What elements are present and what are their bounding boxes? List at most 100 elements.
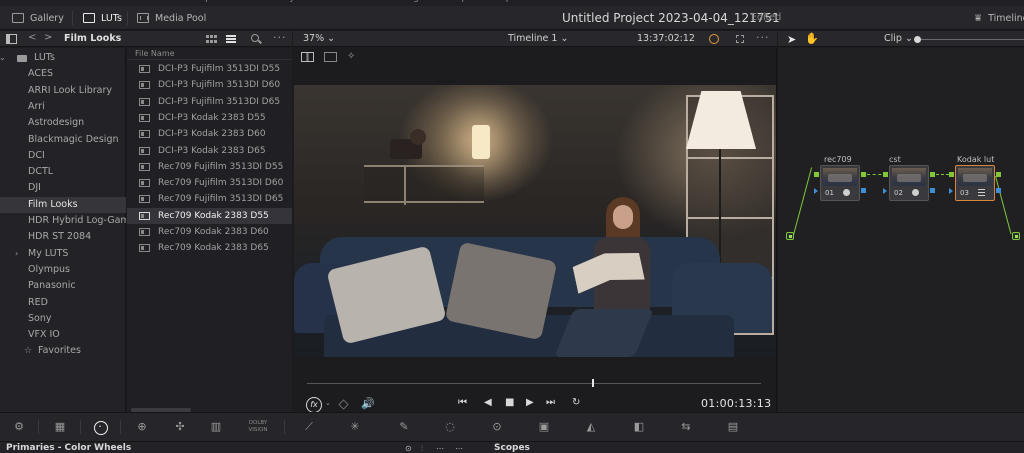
zoom-dropdown[interactable]: 37% ⌄ — [303, 33, 335, 44]
lut-folder-item[interactable]: HDR ST 2084 — [0, 229, 126, 245]
lut-folder-item[interactable]: HDR Hybrid Log-Gamma — [0, 213, 126, 229]
chevron-down-icon[interactable]: ⌄ — [0, 50, 6, 66]
gallery-button[interactable]: Gallery — [12, 6, 64, 30]
menu-item[interactable]: Timeline — [148, 0, 186, 3]
lut-folder-item[interactable]: Sony — [0, 311, 126, 327]
speaker-icon[interactable]: 🔊 — [361, 397, 375, 410]
lut-file-row[interactable]: DCI-P3 Kodak 2383 D60 — [127, 126, 292, 142]
rgb-mixer-icon[interactable]: ✣ — [171, 419, 189, 435]
node-key-input-port[interactable] — [949, 188, 953, 194]
sync-icon[interactable] — [709, 34, 719, 44]
node-output-port[interactable] — [861, 172, 866, 177]
file-name-column-header[interactable]: File Name — [127, 48, 292, 60]
node-input-port[interactable] — [949, 172, 954, 177]
node-kodak-lut[interactable]: 03 — [955, 165, 995, 201]
playhead[interactable] — [592, 379, 595, 387]
options-icon[interactable]: ⋯ — [436, 444, 444, 453]
node-key-input-port[interactable] — [883, 188, 887, 194]
lut-folder-item[interactable]: DJI — [0, 180, 126, 196]
back-button[interactable]: < — [28, 32, 36, 43]
lut-folder-item[interactable]: ARRI Look Library — [0, 83, 126, 99]
lut-folder-item[interactable]: Astrodesign — [0, 115, 126, 131]
window-icon[interactable]: ◌ — [441, 419, 459, 435]
menu-item[interactable]: Edit — [98, 0, 115, 3]
node-key-input-port[interactable] — [814, 188, 818, 194]
media-pool-button[interactable]: Media Pool — [137, 6, 206, 30]
menu-item[interactable]: Fairlight — [392, 0, 428, 3]
node-zoom-slider-handle[interactable] — [914, 36, 921, 43]
lut-file-row[interactable]: DCI-P3 Fujifilm 3513DI D60 — [127, 77, 292, 93]
camera-raw-icon[interactable]: ⚙ — [10, 419, 28, 435]
more-options-icon[interactable]: ··· — [273, 31, 287, 44]
viewer-more-icon[interactable]: ··· — [756, 31, 770, 44]
menu-item[interactable]: View — [248, 0, 269, 3]
output-node[interactable] — [1012, 232, 1020, 240]
menu-item[interactable]: File — [76, 0, 91, 3]
chevron-right-icon[interactable]: › — [15, 246, 18, 262]
timeline-button[interactable]: ⩸ Timeline — [975, 6, 1024, 30]
color-wheels-icon[interactable]: · — [91, 419, 109, 435]
sizing-icon[interactable]: ⇆ — [677, 419, 695, 435]
3d-icon[interactable]: ▤ — [724, 419, 742, 435]
menu-item[interactable]: Fusion — [322, 0, 351, 3]
lut-folder-item[interactable]: Arri — [0, 99, 126, 115]
lut-file-row[interactable]: DCI-P3 Kodak 2383 D55 — [127, 110, 292, 126]
color-warper-icon[interactable]: ✳ — [346, 419, 364, 435]
lut-folder-item[interactable]: DCI — [0, 148, 126, 164]
node-rec709[interactable]: 01 — [820, 165, 860, 201]
scrubber-bar[interactable] — [307, 383, 761, 384]
menu-item[interactable]: Help — [491, 0, 512, 3]
node-cst[interactable]: 02 — [889, 165, 929, 201]
magic-wand-icon[interactable]: ✧ — [347, 52, 355, 64]
node-key-output-port[interactable] — [930, 188, 935, 193]
lut-file-row[interactable]: DCI-P3 Fujifilm 3513DI D55 — [127, 61, 292, 77]
node-zoom-slider[interactable] — [918, 39, 1024, 40]
panel-toggle-icon[interactable] — [6, 34, 17, 44]
lut-file-row[interactable]: DCI-P3 Fujifilm 3513DI D65 — [127, 94, 292, 110]
node-output-port[interactable] — [996, 172, 1001, 177]
lut-file-row[interactable]: Rec709 Kodak 2383 D55 — [127, 207, 292, 224]
timeline-dropdown[interactable]: Timeline 1 ⌄ — [508, 33, 568, 44]
menu-item[interactable]: DaVinci Resolve — [4, 0, 76, 3]
motion-effects-icon[interactable]: ▥ — [207, 419, 225, 435]
list-view-icon[interactable] — [226, 35, 236, 43]
go-to-last-frame-button[interactable]: ⏭ — [546, 397, 555, 408]
reset-icon[interactable]: ⊙ — [405, 444, 412, 453]
node-output-port[interactable] — [930, 172, 935, 177]
lut-folder-item[interactable]: Film Looks — [0, 196, 126, 213]
lut-file-row[interactable]: Rec709 Kodak 2383 D60 — [127, 224, 292, 240]
more-icon[interactable]: ⋯ — [455, 444, 463, 453]
lut-file-row[interactable]: Rec709 Fujifilm 3513DI D65 — [127, 191, 292, 207]
node-key-output-port[interactable] — [996, 188, 1001, 193]
node-key-output-port[interactable] — [861, 188, 866, 193]
go-to-first-frame-button[interactable]: ⏮ — [458, 397, 467, 408]
lut-folder-item[interactable]: ☆ Favorites — [0, 343, 126, 359]
forward-button[interactable]: > — [44, 32, 52, 43]
clip-dropdown[interactable]: Clip ⌄ — [884, 33, 913, 44]
lut-folder-item[interactable]: VFX IO — [0, 327, 126, 343]
menu-item[interactable]: Mark — [222, 0, 244, 3]
play-button[interactable]: ▶ — [526, 397, 534, 408]
menu-item[interactable]: Clip — [194, 0, 211, 3]
sliders-icon[interactable]: ⫶ — [421, 444, 423, 453]
play-reverse-button[interactable]: ◀ — [484, 397, 492, 408]
color-match-icon[interactable]: ▦ — [51, 419, 69, 435]
lut-file-row[interactable]: Rec709 Kodak 2383 D65 — [127, 240, 292, 256]
lut-folder-item[interactable]: DCTL — [0, 164, 126, 180]
split-view-icon[interactable] — [301, 52, 314, 62]
lut-folder-item[interactable]: Blackmagic Design — [0, 132, 126, 148]
lut-file-row[interactable]: DCI-P3 Kodak 2383 D65 — [127, 143, 292, 159]
luts-button[interactable]: LUTs — [83, 6, 122, 30]
lut-file-row[interactable]: Rec709 Fujifilm 3513DI D55 — [127, 159, 292, 175]
menu-item[interactable]: Color — [359, 0, 383, 3]
fullscreen-icon[interactable] — [736, 35, 744, 43]
stop-button[interactable]: ■ — [505, 397, 514, 408]
video-frame[interactable] — [294, 85, 776, 357]
tracker-icon[interactable]: ⊙ — [488, 419, 506, 435]
pointer-icon[interactable]: ➤ — [787, 33, 796, 46]
lut-folder-item[interactable]: Panasonic — [0, 278, 126, 294]
fx-icon[interactable]: fx — [306, 397, 322, 413]
lut-folder-item[interactable]: ACES — [0, 66, 126, 82]
hdr-wheels-icon[interactable]: ⊕ — [133, 419, 151, 435]
qualifier-icon[interactable]: ✎ — [395, 419, 413, 435]
